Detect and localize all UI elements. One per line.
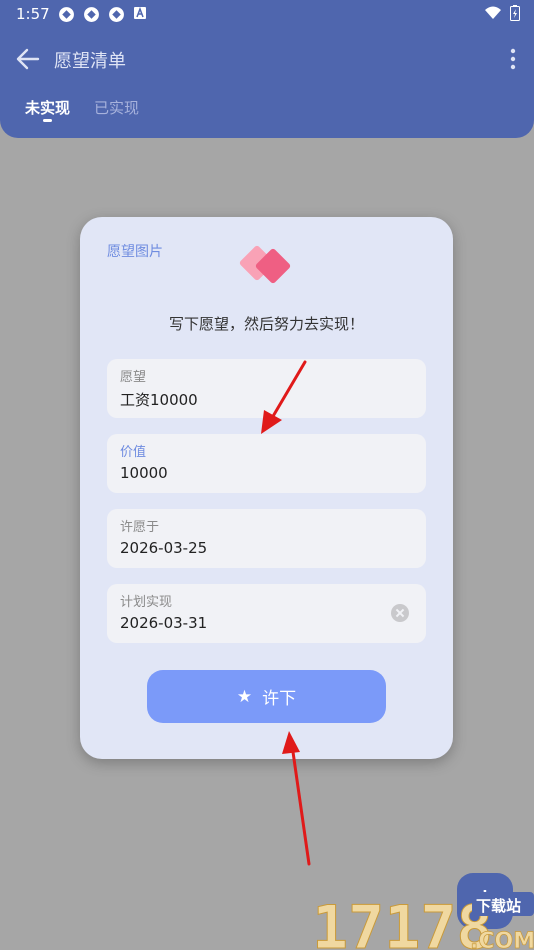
wish-image-label[interactable]: 愿望图片 (107, 241, 163, 261)
wifi-icon (485, 6, 501, 19)
plan-date-value[interactable]: 2026-03-31 (120, 614, 207, 632)
dialog-subtitle: 写下愿望，然后努力去实现！ (168, 315, 364, 333)
wish-field-label: 愿望 (120, 370, 147, 385)
make-wish-button[interactable]: ★ 许下 (147, 670, 386, 723)
app-bar: 1:57 愿望清单 未实现 已实现 (0, 0, 534, 138)
notification-icons (58, 6, 147, 23)
clear-icon[interactable] (391, 604, 409, 622)
watermark-suffix: .COM (470, 929, 534, 950)
status-time: 1:57 (16, 5, 50, 23)
back-arrow-icon[interactable] (14, 46, 42, 72)
wish-date-field[interactable]: 许愿于 2026-03-25 (107, 509, 426, 568)
wish-image-heart-icon[interactable] (238, 241, 296, 291)
tab-indicator (43, 119, 52, 122)
watermark-logo: 17178 .COM 下载站 (312, 892, 534, 950)
plan-date-field[interactable]: 计划实现 2026-03-31 (107, 584, 426, 643)
battery-icon (510, 5, 520, 21)
notification-a-icon (134, 6, 146, 19)
wish-field-value[interactable]: 工资10000 (120, 389, 198, 410)
notification-app-icon (109, 7, 124, 22)
more-vert-icon[interactable] (508, 47, 518, 71)
tab-unrealized[interactable]: 未实现 (25, 97, 70, 118)
notification-app-icon (59, 7, 74, 22)
value-field[interactable]: 价值 10000 (107, 434, 426, 493)
watermark-site: 下载站 (476, 897, 521, 915)
wish-field[interactable]: 愿望 工资10000 (107, 359, 426, 418)
value-field-label: 价值 (120, 445, 147, 460)
make-wish-label: 许下 (262, 689, 297, 708)
value-field-value[interactable]: 10000 (120, 464, 168, 482)
notification-app-icon (84, 7, 99, 22)
wish-date-value[interactable]: 2026-03-25 (120, 539, 207, 557)
plan-date-label: 计划实现 (120, 595, 173, 610)
status-bar: 1:57 (0, 0, 534, 28)
status-right (484, 5, 520, 21)
wish-date-label: 许愿于 (120, 520, 160, 535)
page-title: 愿望清单 (54, 51, 126, 72)
wish-dialog: 愿望图片 写下愿望，然后努力去实现！ 愿望 工资10000 价值 10000 许… (80, 217, 453, 759)
star-icon: ★ (236, 686, 253, 706)
tab-realized[interactable]: 已实现 (94, 97, 139, 118)
watermark-number: 17178 (312, 893, 493, 950)
